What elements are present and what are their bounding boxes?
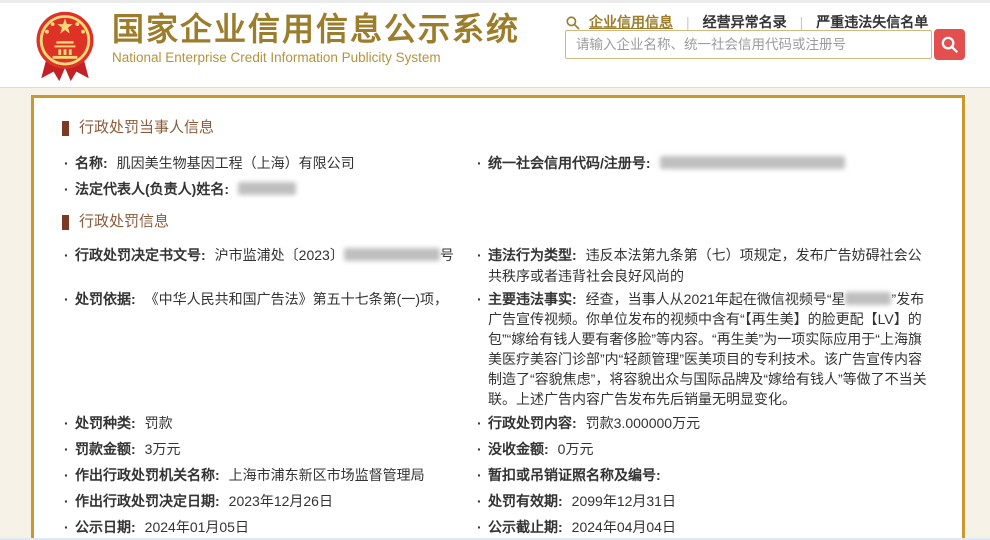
section-marker [62, 121, 69, 136]
field-value: 《中华人民共和国广告法》第五十七条第(一)项， [145, 291, 448, 307]
site-title-en: National Enterprise Credit Information P… [112, 50, 520, 65]
field-value: 上海市浦东新区市场监督管理局 [229, 467, 425, 483]
nav-link-serious-violation-list[interactable]: 严重违法失信名单 [816, 12, 928, 32]
field-decision-date: 作出行政处罚决定日期: 2023年12月26日 [62, 488, 475, 514]
field-violation-type: 违法行为类型:违反本法第九条第（七）项规定，发布广告妨碍社会公共秩序或者违背社会… [475, 244, 934, 288]
redacted-value [660, 156, 845, 169]
search-input[interactable] [565, 30, 932, 59]
field-label: 罚款金额: [75, 441, 136, 457]
facts-text-part1: 经查，当事人从2021年起在微信视频号“星 [586, 291, 846, 307]
info-row: 法定代表人(负责人)姓名: [62, 176, 934, 202]
info-row: 处罚种类: 罚款 行政处罚内容: 罚款3.000000万元 [62, 410, 934, 436]
facts-text-part2: ”发布广告宣传视频。你单位发布的视频中含有“【再生美】的脸更配【LV】的包”“嫁… [488, 291, 927, 407]
field-penalty-content: 行政处罚内容: 罚款3.000000万元 [475, 410, 934, 436]
info-row: 处罚依据: 《中华人民共和国广告法》第五十七条第(一)项， 主要违法事实: 经查，当… [62, 288, 934, 410]
section-title-text: 行政处罚信息 [79, 212, 169, 232]
field-label: 公示截止期: [488, 519, 563, 535]
field-label: 暂扣或吊销证照名称及编号: [488, 467, 661, 483]
site-title-block: 国家企业信用信息公示系统 National Enterprise Credit … [112, 9, 520, 65]
field-label: 作出行政处罚机关名称: [75, 467, 220, 483]
field-value: 0万元 [558, 441, 594, 457]
field-credit-code: 统一社会信用代码/注册号: [475, 150, 934, 176]
info-row: 作出行政处罚决定日期: 2023年12月26日 处罚有效期: 2099年12月31日 [62, 488, 934, 514]
section-title-text: 行政处罚当事人信息 [79, 118, 214, 138]
field-penalty-basis: 处罚依据: 《中华人民共和国广告法》第五十七条第(一)项， [62, 288, 475, 410]
search-icon [940, 35, 959, 54]
search-icon [565, 15, 580, 30]
field-license-revoked: 暂扣或吊销证照名称及编号: [475, 462, 934, 488]
field-decision-doc-no: 行政处罚决定书文号: 沪市监浦处〔2023〕 号 [62, 244, 475, 288]
field-label: 主要违法事实: [488, 291, 577, 307]
doc-no-prefix: 沪市监浦处〔2023〕 [215, 247, 344, 263]
field-value: 肌因美生物基因工程（上海）有限公司 [117, 155, 355, 171]
field-value: 3万元 [145, 441, 181, 457]
redacted-value [344, 248, 440, 261]
nav-link-credit-info[interactable]: 企业信用信息 [589, 12, 673, 32]
field-company-name: 名称: 肌因美生物基因工程（上海）有限公司 [62, 150, 475, 176]
field-label: 作出行政处罚决定日期: [75, 493, 220, 509]
info-row: 名称: 肌因美生物基因工程（上海）有限公司 统一社会信用代码/注册号: [62, 150, 934, 176]
search-button[interactable] [934, 29, 965, 60]
section-title-penalty: 行政处罚信息 [62, 212, 934, 232]
site-header: 国家企业信用信息公示系统 National Enterprise Credit … [0, 3, 990, 88]
field-label: 行政处罚内容: [488, 415, 577, 431]
field-label: 名称: [75, 155, 108, 171]
field-value: 2023年12月26日 [229, 493, 333, 509]
header-nav: 企业信用信息 | 经营异常名录 | 严重违法失信名单 [565, 12, 928, 32]
field-confiscated-amount: 没收金额: 0万元 [475, 436, 934, 462]
penalty-detail-panel: 行政处罚当事人信息 名称: 肌因美生物基因工程（上海）有限公司 统一社会信用代码/… [31, 95, 965, 540]
nav-divider: | [800, 14, 804, 30]
field-fine-amount: 罚款金额: 3万元 [62, 436, 475, 462]
field-label: 处罚依据: [75, 291, 136, 307]
info-row: 罚款金额: 3万元 没收金额: 0万元 [62, 436, 934, 462]
section-title-party: 行政处罚当事人信息 [62, 118, 934, 138]
search-bar [565, 30, 965, 59]
nav-link-abnormal-list[interactable]: 经营异常名录 [703, 12, 787, 32]
field-label: 没收金额: [488, 441, 549, 457]
nav-divider: | [686, 14, 690, 30]
field-label: 违法行为类型: [488, 247, 577, 263]
field-main-illegal-facts: 主要违法事实: 经查，当事人从2021年起在微信视频号“星”发布广告宣传视频。你单… [475, 288, 934, 410]
field-label: 统一社会信用代码/注册号: [488, 155, 651, 171]
info-row: 行政处罚决定书文号: 沪市监浦处〔2023〕 号 违法行为类型:违反本法第九条第（七… [62, 244, 934, 288]
field-value: 罚款 [145, 415, 173, 431]
field-label: 处罚种类: [75, 415, 136, 431]
field-penalty-valid-until: 处罚有效期: 2099年12月31日 [475, 488, 934, 514]
field-value: 2024年01月05日 [145, 519, 249, 535]
field-label: 行政处罚决定书文号: [75, 247, 206, 263]
info-row: 公示日期: 2024年01月05日 公示截止期: 2024年04月04日 [62, 514, 934, 540]
redacted-value [238, 182, 296, 195]
field-penalty-authority: 作出行政处罚机关名称: 上海市浦东新区市场监督管理局 [62, 462, 475, 488]
site-title-cn: 国家企业信用信息公示系统 [112, 9, 520, 49]
national-emblem-logo [26, 7, 104, 83]
doc-no-suffix: 号 [440, 247, 454, 263]
field-value: 罚款3.000000万元 [586, 415, 700, 431]
field-penalty-type: 处罚种类: 罚款 [62, 410, 475, 436]
redacted-value [845, 292, 891, 305]
field-legal-representative: 法定代表人(负责人)姓名: [62, 176, 475, 202]
field-label: 公示日期: [75, 519, 136, 535]
info-row: 作出行政处罚机关名称: 上海市浦东新区市场监督管理局 暂扣或吊销证照名称及编号: [62, 462, 934, 488]
field-value: 2099年12月31日 [572, 493, 676, 509]
field-publish-date: 公示日期: 2024年01月05日 [62, 514, 475, 540]
field-label: 法定代表人(负责人)姓名: [75, 181, 229, 197]
section-marker [62, 215, 69, 230]
field-value: 2024年04月04日 [572, 519, 676, 535]
field-label: 处罚有效期: [488, 493, 563, 509]
field-publish-end-date: 公示截止期: 2024年04月04日 [475, 514, 934, 540]
